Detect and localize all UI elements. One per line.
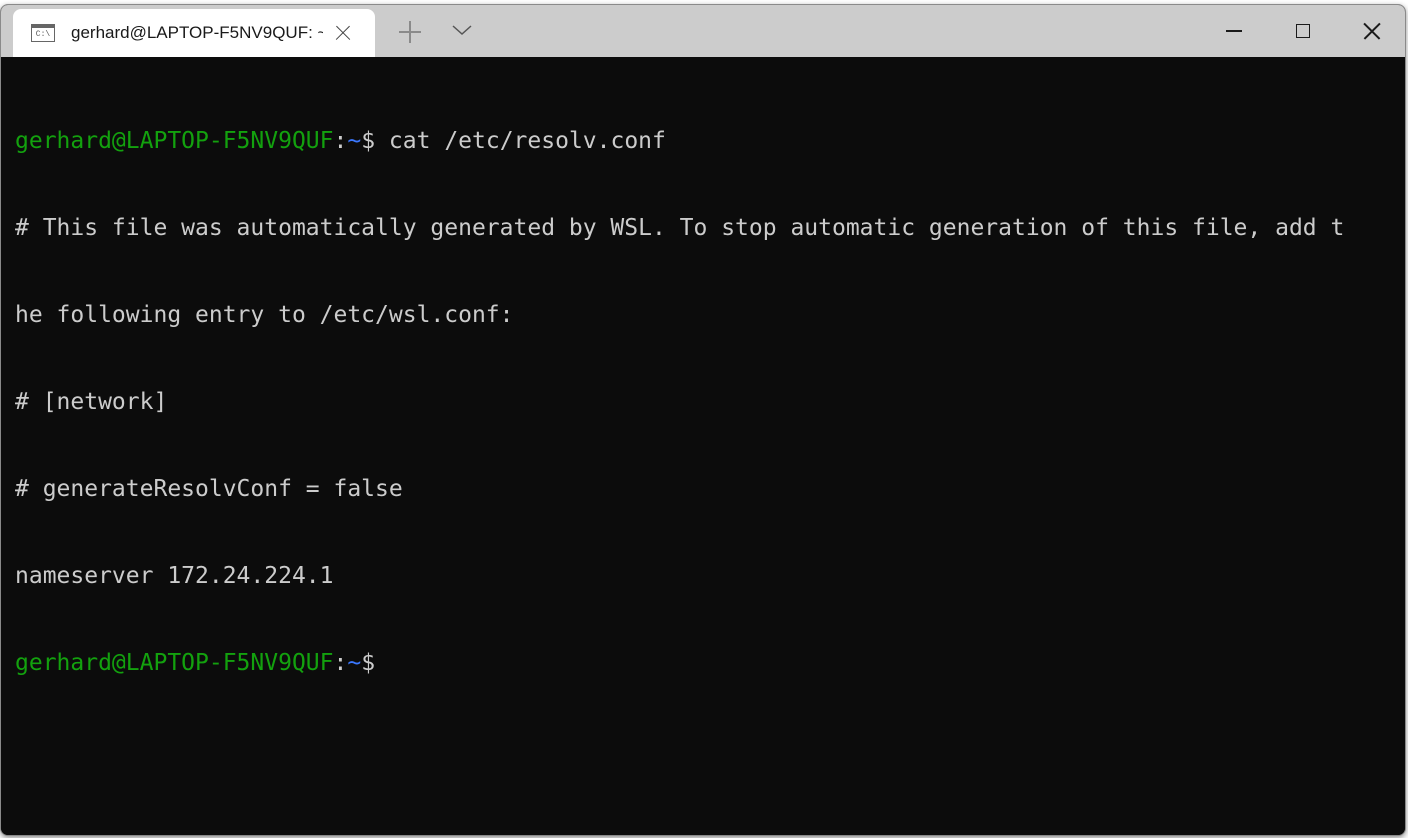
tab-title: gerhard@LAPTOP-F5NV9QUF: ~ (71, 23, 323, 42)
prompt-colon: : (333, 650, 348, 676)
prompt-user-host: gerhard@LAPTOP-F5NV9QUF (15, 650, 334, 676)
close-icon (1362, 21, 1382, 41)
tab-active[interactable]: C:\ gerhard@LAPTOP-F5NV9QUF: ~ (13, 9, 375, 57)
output-line: # [network] (15, 389, 168, 415)
tab-close-button[interactable] (333, 23, 353, 43)
output-line: # generateResolvConf = false (15, 476, 403, 502)
scrollbar[interactable] (1401, 57, 1405, 835)
terminal-window: C:\ gerhard@LAPTOP-F5NV9QUF: ~ gerhard@L… (0, 4, 1406, 836)
output-line: he following entry to /etc/wsl.conf: (15, 302, 514, 328)
maximize-button[interactable] (1269, 5, 1337, 57)
command-text: cat /etc/resolv.conf (375, 128, 666, 154)
title-bar[interactable]: C:\ gerhard@LAPTOP-F5NV9QUF: ~ (1, 5, 1405, 57)
current-prompt-line[interactable]: gerhard@LAPTOP-F5NV9QUF:~$ (15, 649, 1405, 678)
prompt-user-host: gerhard@LAPTOP-F5NV9QUF (15, 128, 334, 154)
minimize-button[interactable] (1200, 5, 1268, 57)
new-tab-button[interactable] (399, 21, 421, 43)
prompt-dollar: $ (361, 128, 376, 154)
terminal-output[interactable]: gerhard@LAPTOP-F5NV9QUF:~$ cat /etc/reso… (1, 57, 1405, 835)
close-window-button[interactable] (1338, 5, 1405, 57)
command-line: gerhard@LAPTOP-F5NV9QUF:~$ cat /etc/reso… (15, 127, 1405, 156)
output-line: nameserver 172.24.224.1 (15, 563, 334, 589)
output-line: # This file was automatically generated … (15, 215, 1345, 241)
prompt-colon: : (333, 128, 348, 154)
prompt-dollar: $ (361, 650, 376, 676)
chevron-down-icon (452, 25, 472, 36)
console-icon: C:\ (31, 24, 55, 42)
minimize-icon (1226, 30, 1242, 32)
prompt-path: ~ (347, 128, 362, 154)
prompt-path: ~ (347, 650, 362, 676)
maximize-icon (1296, 24, 1310, 38)
tab-dropdown-button[interactable] (451, 23, 473, 37)
